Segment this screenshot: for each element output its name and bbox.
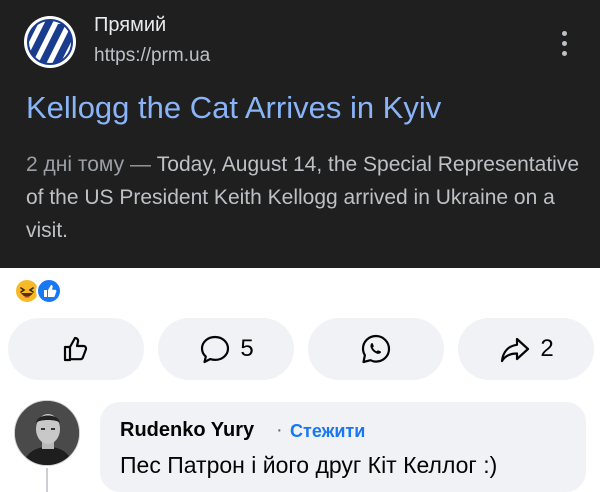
whatsapp-icon [361, 334, 391, 364]
avatar[interactable] [14, 400, 80, 466]
like-button[interactable] [8, 318, 144, 380]
result-snippet: 2 дні тому — Today, August 14, the Speci… [26, 148, 586, 247]
comment-count: 5 [240, 335, 254, 362]
thread-line [46, 468, 48, 492]
like-reaction-icon [36, 278, 62, 304]
follow-button[interactable]: Стежити [290, 421, 365, 442]
share-button[interactable]: 2 [458, 318, 594, 380]
site-favicon-icon[interactable] [24, 16, 76, 68]
comment-bubble-icon [201, 335, 230, 364]
comment-bubble: Rudenko Yury · Стежити Пес Патрон і його… [100, 402, 586, 492]
whatsapp-share-button[interactable] [308, 318, 444, 380]
result-title-link[interactable]: Kellogg the Cat Arrives in Kyiv [26, 90, 441, 126]
comment-text: Пес Патрон і його друг Кіт Келлог :) [120, 452, 498, 478]
dot-icon [561, 30, 567, 36]
more-options-button[interactable] [548, 22, 580, 64]
reactions-summary[interactable] [14, 278, 74, 304]
share-arrow-icon [501, 337, 530, 363]
share-count: 2 [540, 335, 554, 362]
site-name: Прямий [94, 14, 167, 36]
date-separator: — [124, 153, 157, 176]
comment-author[interactable]: Rudenko Yury [120, 419, 254, 442]
author-separator: · [276, 419, 283, 441]
search-result-card: Прямий https://prm.ua Kellogg the Cat Ar… [0, 0, 600, 268]
dot-icon [561, 50, 567, 56]
site-url: https://prm.ua [94, 45, 211, 66]
result-date: 2 дні тому [26, 153, 125, 176]
dot-icon [561, 40, 567, 46]
thumbs-up-icon [63, 336, 88, 362]
comment-button[interactable]: 5 [158, 318, 294, 380]
